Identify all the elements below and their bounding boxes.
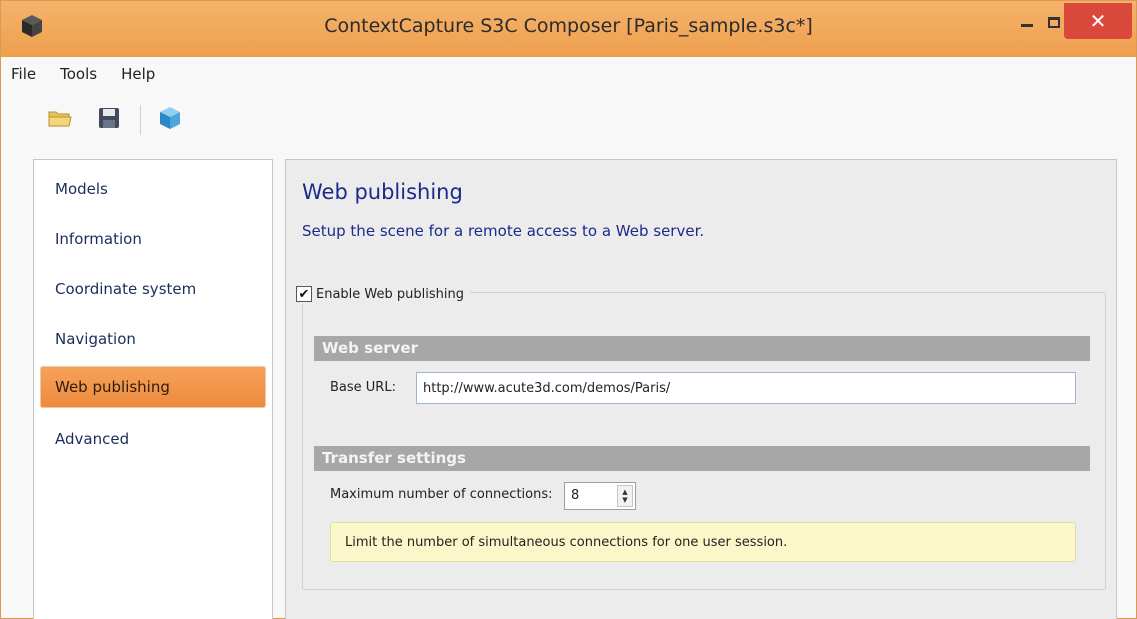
max-connections-spinbox[interactable]: 8 ▲ ▼ <box>564 482 636 510</box>
spin-up-icon[interactable]: ▲ <box>622 488 627 496</box>
sidebar-item-coordinate-system[interactable]: Coordinate system <box>40 268 266 310</box>
sidebar-item-models[interactable]: Models <box>40 168 266 210</box>
save-button[interactable] <box>96 107 122 133</box>
open-folder-icon <box>48 108 72 132</box>
minimize-icon <box>1021 23 1033 27</box>
preview-button[interactable] <box>157 107 183 133</box>
main-panel: Web publishing Setup the scene for a rem… <box>285 159 1117 619</box>
toolbar <box>1 91 1136 153</box>
sidebar-item-information[interactable]: Information <box>40 218 266 260</box>
enable-web-publishing-checkbox[interactable]: ✔ <box>296 286 312 302</box>
sidebar-item-web-publishing[interactable]: Web publishing <box>40 366 266 408</box>
page-title: Web publishing <box>302 180 463 204</box>
close-button[interactable]: ✕ <box>1064 3 1132 39</box>
toolbar-separator <box>140 105 141 135</box>
enable-web-publishing-label[interactable]: Enable Web publishing <box>316 287 464 302</box>
sidebar: Models Information Coordinate system Nav… <box>33 159 273 619</box>
spin-down-icon[interactable]: ▼ <box>622 496 627 504</box>
sidebar-item-navigation[interactable]: Navigation <box>40 318 266 360</box>
page-subtitle: Setup the scene for a remote access to a… <box>302 222 705 240</box>
title-bar[interactable]: ContextCapture S3C Composer [Paris_sampl… <box>1 1 1136 57</box>
web-server-header: Web server <box>314 336 1090 361</box>
save-icon <box>98 107 120 133</box>
checkmark-icon: ✔ <box>298 286 310 302</box>
menu-file[interactable]: File <box>9 63 38 85</box>
base-url-input[interactable] <box>416 372 1076 404</box>
menu-bar: File Tools Help <box>1 57 1136 91</box>
spin-arrows[interactable]: ▲ ▼ <box>617 485 633 507</box>
max-connections-label: Maximum number of connections: <box>330 487 553 502</box>
window-title: ContextCapture S3C Composer [Paris_sampl… <box>324 15 813 37</box>
base-url-label: Base URL: <box>330 380 396 395</box>
enable-web-publishing-row[interactable]: ✔ Enable Web publishing <box>296 284 470 304</box>
sidebar-item-advanced[interactable]: Advanced <box>40 418 266 460</box>
app-window: ContextCapture S3C Composer [Paris_sampl… <box>0 0 1137 619</box>
maximize-icon <box>1048 16 1060 28</box>
max-connections-hint: Limit the number of simultaneous connect… <box>330 522 1076 562</box>
menu-tools[interactable]: Tools <box>58 63 99 85</box>
menu-help[interactable]: Help <box>119 63 157 85</box>
max-connections-value: 8 <box>571 488 580 503</box>
open-button[interactable] <box>47 107 73 133</box>
transfer-settings-header: Transfer settings <box>314 446 1090 471</box>
close-icon: ✕ <box>1089 9 1107 33</box>
preview-3d-icon <box>159 106 181 134</box>
